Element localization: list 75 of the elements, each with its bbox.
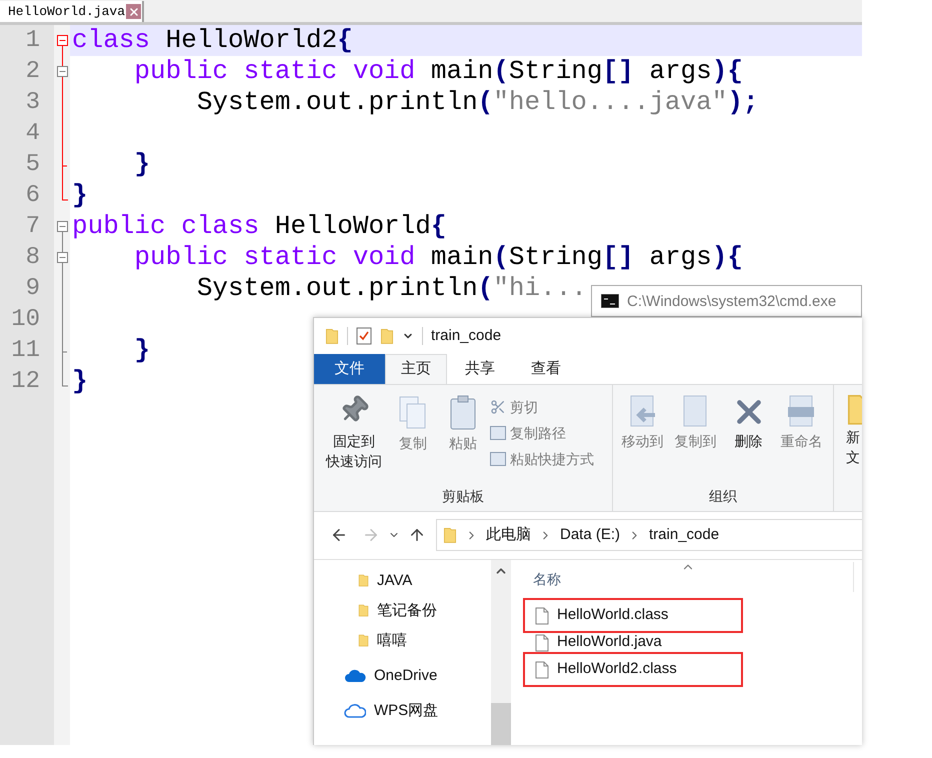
editor-tab[interactable]: HelloWorld.java — [0, 1, 144, 22]
clipboard-icon — [448, 395, 478, 431]
code-line: } — [72, 180, 88, 210]
address-bar[interactable]: 此电脑 Data (E:) train_code — [436, 519, 862, 551]
fold-toggle-icon[interactable] — [57, 242, 68, 274]
window-title: train_code — [431, 326, 502, 346]
code-line: public class HelloWorld{ — [72, 211, 446, 241]
cloud-icon — [344, 669, 366, 683]
line-number: 7 — [26, 212, 40, 242]
document-icon — [490, 452, 506, 466]
line-number: 10 — [11, 305, 40, 335]
window-title: C:\Windows\system32\cmd.exe — [627, 294, 836, 310]
file-icon — [535, 606, 549, 624]
code-line: class HelloWorld2{ — [72, 25, 353, 55]
fold-toggle-icon[interactable] — [57, 221, 68, 242]
nav-item[interactable]: 笔记备份 — [314, 596, 491, 626]
scrollbar[interactable] — [491, 560, 511, 745]
folder-icon — [358, 634, 369, 648]
breadcrumb[interactable]: train_code — [649, 524, 720, 546]
checklist-icon[interactable] — [356, 327, 372, 345]
delete-button[interactable]: 删除 — [723, 393, 774, 486]
ribbon-tab[interactable]: 文件 — [314, 354, 385, 384]
file-row[interactable]: HelloWorld.class — [527, 602, 739, 629]
new-folder-label[interactable]: 新 文 — [846, 426, 860, 467]
line-number: 1 — [26, 26, 40, 56]
folder-icon — [443, 526, 457, 544]
code-line: } — [133, 149, 150, 179]
file-icon — [535, 634, 549, 652]
folder-icon — [358, 574, 369, 588]
copy-icon — [398, 395, 428, 431]
scissors-icon — [490, 399, 506, 415]
code-line: } — [133, 335, 150, 365]
file-icon — [535, 660, 549, 678]
close-icon[interactable] — [126, 4, 142, 19]
file-row[interactable]: HelloWorld2.class — [527, 656, 739, 683]
nav-item[interactable]: OneDrive — [314, 661, 491, 691]
breadcrumb[interactable]: 此电脑 — [486, 524, 531, 546]
line-number: 2 — [26, 57, 40, 87]
group-label: 组织 — [708, 487, 738, 506]
back-icon[interactable] — [330, 526, 348, 544]
code-line: System.out.println("hi... — [196, 273, 587, 303]
document-icon — [490, 426, 506, 440]
cmd-window-title-bar[interactable]: C:\Windows\system32\cmd.exe — [591, 285, 862, 317]
nav-item[interactable]: WPS网盘 — [314, 696, 491, 726]
line-number: 11 — [11, 336, 40, 366]
nav-item[interactable]: 嘻嘻 — [314, 626, 491, 656]
ribbon-tab[interactable]: 共享 — [447, 354, 513, 384]
folder-icon — [358, 604, 369, 618]
group-label: 剪贴板 — [441, 487, 485, 506]
line-number: 4 — [26, 119, 40, 149]
pin-button[interactable]: 固定到 快速访问 — [320, 395, 388, 486]
line-number: 5 — [26, 150, 40, 180]
scroll-thumb[interactable] — [491, 703, 511, 745]
folder-icon — [325, 328, 339, 344]
code-line: System.out.println("hello....java"); — [196, 87, 759, 117]
breadcrumb[interactable]: Data (E:) — [560, 524, 620, 546]
folder-icon — [380, 328, 394, 344]
line-number: 9 — [26, 274, 40, 304]
line-number: 3 — [26, 88, 40, 118]
up-icon[interactable] — [408, 526, 426, 544]
file-row[interactable]: HelloWorld.java — [527, 629, 739, 656]
terminal-icon — [601, 294, 619, 308]
cloud-icon — [344, 703, 366, 719]
ribbon-tab[interactable]: 查看 — [513, 354, 579, 384]
column-header[interactable]: 名称 — [533, 569, 561, 590]
fold-toggle-icon[interactable] — [57, 56, 68, 88]
line-number: 8 — [26, 243, 40, 273]
line-number: 6 — [26, 181, 40, 211]
code-line: public static void main(String[] args){ — [133, 56, 743, 86]
line-number: 12 — [11, 367, 40, 397]
fold-toggle-icon[interactable] — [57, 35, 68, 56]
code-line: public static void main(String[] args){ — [133, 242, 743, 272]
ribbon-tab[interactable]: 主页 — [385, 354, 447, 384]
code-line: } — [72, 366, 88, 396]
nav-item[interactable]: JAVA — [314, 566, 491, 596]
